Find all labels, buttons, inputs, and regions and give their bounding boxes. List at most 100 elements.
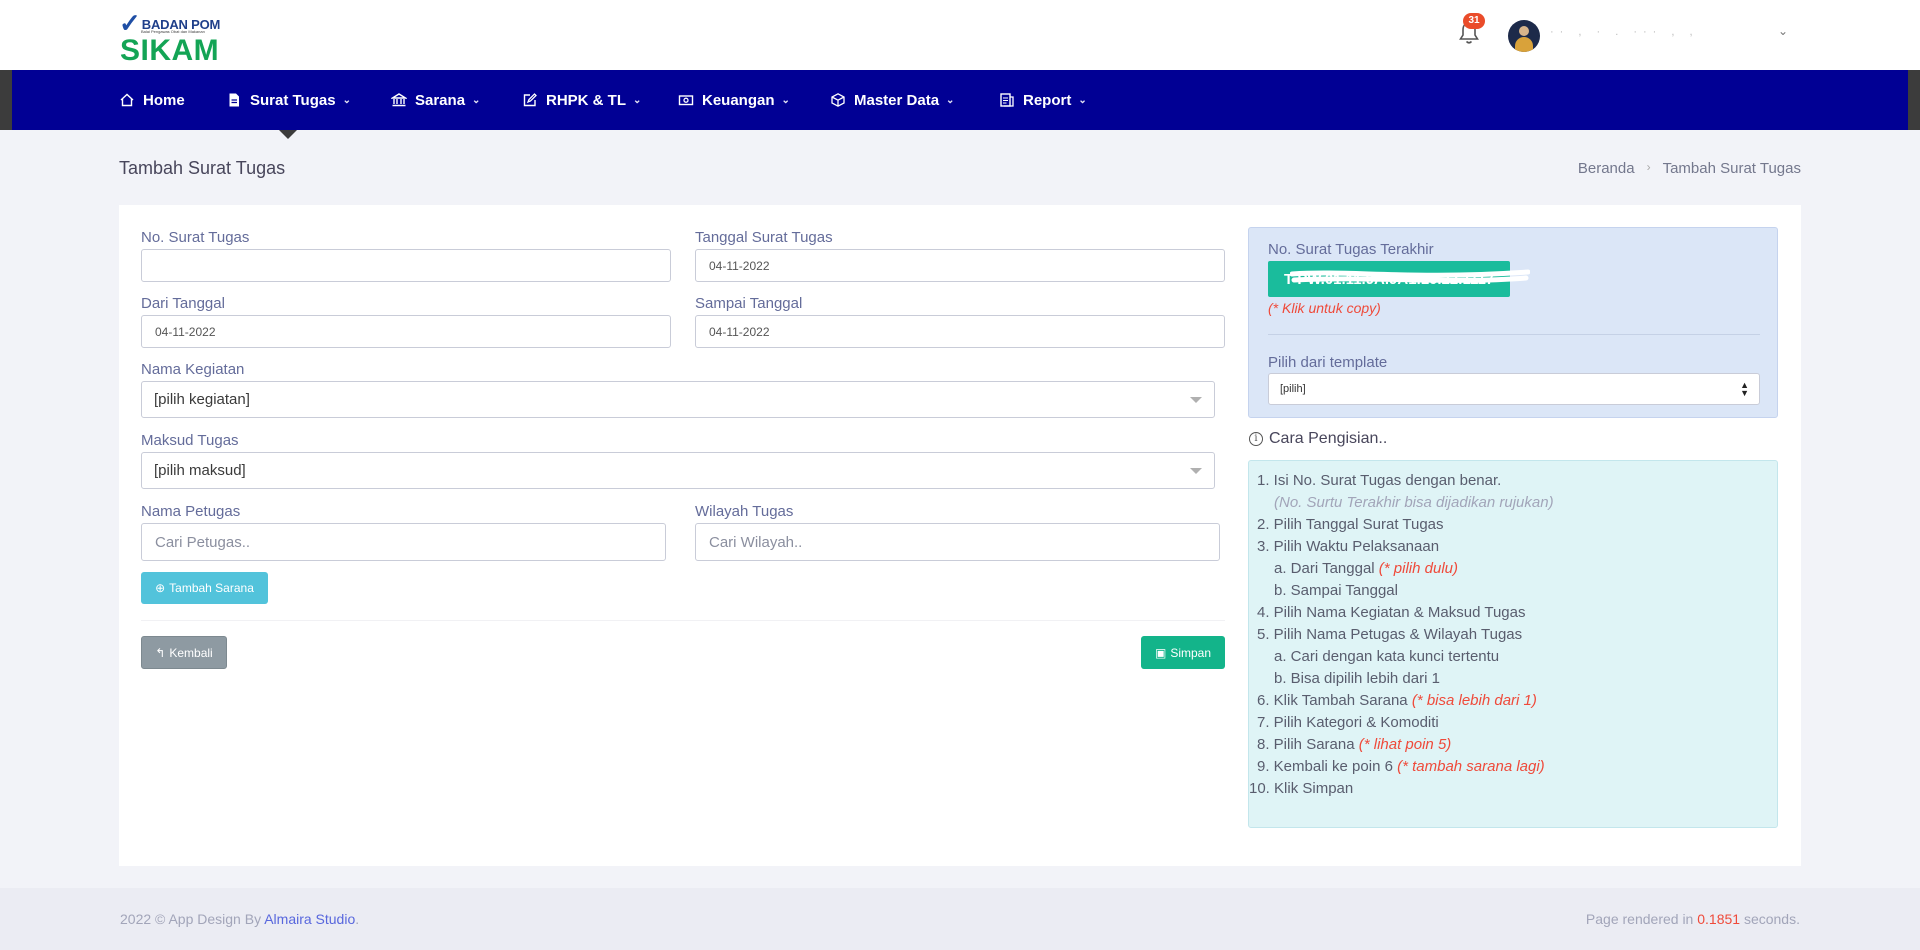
- footer-render-time: Page rendered in 0.1851 seconds.: [1585, 911, 1800, 927]
- active-nav-pointer: [279, 130, 297, 139]
- chevron-down-icon: ⌄: [342, 94, 351, 106]
- sampai-tanggal-label: Sampai Tanggal: [695, 295, 803, 312]
- nav-rhpk-tl[interactable]: RHPK & TL ⌄: [522, 70, 641, 130]
- nama-petugas-label: Nama Petugas: [141, 503, 241, 520]
- tambah-sarana-button[interactable]: ⊕ Tambah Sarana: [141, 572, 268, 604]
- copy-hint: (* Klik untuk copy): [1268, 300, 1381, 316]
- breadcrumb-current: Tambah Surat Tugas: [1662, 160, 1801, 177]
- wilayah-tugas-label: Wilayah Tugas: [695, 503, 794, 520]
- template-label: Pilih dari template: [1268, 354, 1388, 371]
- report-icon: [999, 92, 1015, 108]
- step-item: 7. Pilih Kategori & Komoditi: [1257, 714, 1439, 731]
- step-item: a. Dari Tanggal (* pilih dulu): [1274, 560, 1459, 577]
- avatar-head: [1519, 26, 1529, 36]
- form-divider: [141, 620, 1225, 621]
- user-name[interactable]: ·· , · . ··· , ,: [1550, 26, 1770, 40]
- nav-home[interactable]: Home: [119, 70, 185, 130]
- kembali-label: Kembali: [169, 645, 213, 660]
- breadcrumb: Beranda › Tambah Surat Tugas: [1578, 160, 1801, 177]
- dari-tanggal-input[interactable]: 04-11-2022: [141, 315, 671, 348]
- money-icon: [678, 92, 694, 108]
- step-item: 8. Pilih Sarana (* lihat poin 5): [1257, 736, 1452, 753]
- chevron-down-icon: ⌄: [781, 94, 790, 106]
- breadcrumb-home[interactable]: Beranda: [1578, 160, 1635, 177]
- chevron-right-icon: ›: [1646, 160, 1651, 174]
- chevron-down-icon: ⌄: [1078, 94, 1087, 106]
- tanggal-surat-input[interactable]: 04-11-2022: [695, 249, 1225, 282]
- edit-icon: [522, 92, 538, 108]
- step-item: 10. Klik Simpan: [1249, 780, 1354, 797]
- maksud-tugas-value: [pilih maksud]: [154, 462, 246, 479]
- step-item: 6. Klik Tambah Sarana (* bisa lebih dari…: [1257, 692, 1537, 709]
- no-surat-label: No. Surat Tugas: [141, 229, 250, 246]
- nav-report[interactable]: Report ⌄: [999, 70, 1087, 130]
- select-updown-icon: ▲ ▼: [1740, 380, 1749, 398]
- step-item: 3. Pilih Waktu Pelaksanaan: [1257, 538, 1440, 555]
- nama-kegiatan-label: Nama Kegiatan: [141, 361, 245, 378]
- checkmark-icon: ✓: [119, 8, 141, 38]
- cube-icon: [830, 92, 846, 108]
- redaction-scribble: [1290, 269, 1530, 283]
- panel-divider: [1268, 334, 1760, 335]
- dropdown-caret-icon: [1190, 397, 1202, 403]
- nama-petugas-search-input[interactable]: Cari Petugas..: [141, 523, 666, 561]
- nav-sarana[interactable]: Sarana ⌄: [390, 70, 481, 130]
- info-icon: i: [1249, 432, 1263, 446]
- step-item: (No. Surtu Terakhir bisa dijadikan rujuk…: [1274, 494, 1554, 511]
- bank-icon: [390, 92, 408, 108]
- nama-kegiatan-value: [pilih kegiatan]: [154, 391, 250, 408]
- step-item: 2. Pilih Tanggal Surat Tugas: [1257, 516, 1444, 533]
- nav-rhpk-tl-label: RHPK & TL: [546, 91, 626, 109]
- how-to-title: i Cara Pengisian..: [1249, 430, 1387, 448]
- back-arrow-icon: ↰: [155, 645, 166, 660]
- nav-report-label: Report: [1023, 91, 1072, 109]
- sampai-tanggal-input[interactable]: 04-11-2022: [695, 315, 1225, 348]
- step-item: 5. Pilih Nama Petugas & Wilayah Tugas: [1257, 626, 1523, 643]
- step-item: a. Cari dengan kata kunci tertentu: [1274, 648, 1500, 665]
- simpan-label: Simpan: [1170, 645, 1212, 660]
- app-logo[interactable]: ✓ BADAN POM Balai Pengawas Obat dan Maka…: [119, 8, 229, 67]
- step-item: 1. Isi No. Surat Tugas dengan benar.: [1257, 472, 1502, 489]
- page-title: Tambah Surat Tugas: [119, 158, 286, 178]
- no-surat-input[interactable]: [141, 249, 671, 282]
- maksud-tugas-label: Maksud Tugas: [141, 432, 239, 449]
- step-item: 4. Pilih Nama Kegiatan & Maksud Tugas: [1257, 604, 1526, 621]
- nav-surat-tugas-label: Surat Tugas: [250, 91, 336, 109]
- nama-kegiatan-select[interactable]: [pilih kegiatan]: [141, 381, 1215, 418]
- kembali-button[interactable]: ↰ Kembali: [141, 636, 227, 669]
- save-icon: ▣: [1154, 645, 1167, 660]
- footer-credit: 2022 © App Design By Almaira Studio.: [120, 911, 360, 927]
- nav-master-data[interactable]: Master Data ⌄: [830, 70, 954, 130]
- plus-circle-icon: ⊕: [155, 581, 166, 595]
- user-avatar[interactable]: [1508, 20, 1540, 52]
- step-item: b. Sampai Tanggal: [1274, 582, 1398, 599]
- user-menu-chevron-icon[interactable]: ⌄: [1778, 24, 1788, 38]
- nav-keuangan[interactable]: Keuangan ⌄: [678, 70, 790, 130]
- how-to-title-text: Cara Pengisian..: [1269, 430, 1388, 447]
- step-item: 9. Kembali ke poin 6 (* tambah sarana la…: [1257, 758, 1545, 775]
- template-select[interactable]: [pilih] ▲ ▼: [1268, 373, 1760, 405]
- dropdown-caret-icon: [1190, 468, 1202, 474]
- dari-tanggal-label: Dari Tanggal: [141, 295, 225, 312]
- logo-brand-main: SIKAM: [120, 34, 220, 67]
- nav-home-label: Home: [143, 91, 185, 109]
- document-icon: [226, 92, 242, 108]
- tanggal-surat-label: Tanggal Surat Tugas: [695, 229, 833, 246]
- avatar-body: [1515, 37, 1533, 52]
- main-navbar: Home Surat Tugas ⌄ Sarana ⌄ RHPK & TL ⌄ …: [0, 70, 1920, 130]
- nav-surat-tugas[interactable]: Surat Tugas ⌄: [226, 70, 351, 130]
- maksud-tugas-select[interactable]: [pilih maksud]: [141, 452, 1215, 489]
- nav-keuangan-label: Keuangan: [702, 91, 775, 109]
- nav-sarana-label: Sarana: [415, 91, 466, 109]
- chevron-down-icon: ⌄: [633, 94, 642, 106]
- wilayah-tugas-search-input[interactable]: Cari Wilayah..: [695, 523, 1220, 561]
- studio-link[interactable]: Almaira Studio: [264, 911, 355, 927]
- step-item: b. Bisa dipilih lebih dari 1: [1274, 670, 1440, 687]
- last-no-label: No. Surat Tugas Terakhir: [1268, 241, 1434, 258]
- notification-count-badge: 31: [1463, 13, 1485, 29]
- chevron-down-icon: ⌄: [472, 94, 481, 106]
- nav-master-data-label: Master Data: [854, 91, 940, 109]
- template-select-value: [pilih]: [1280, 383, 1306, 395]
- simpan-button[interactable]: ▣ Simpan: [1141, 636, 1225, 669]
- tambah-sarana-label: Tambah Sarana: [169, 581, 254, 595]
